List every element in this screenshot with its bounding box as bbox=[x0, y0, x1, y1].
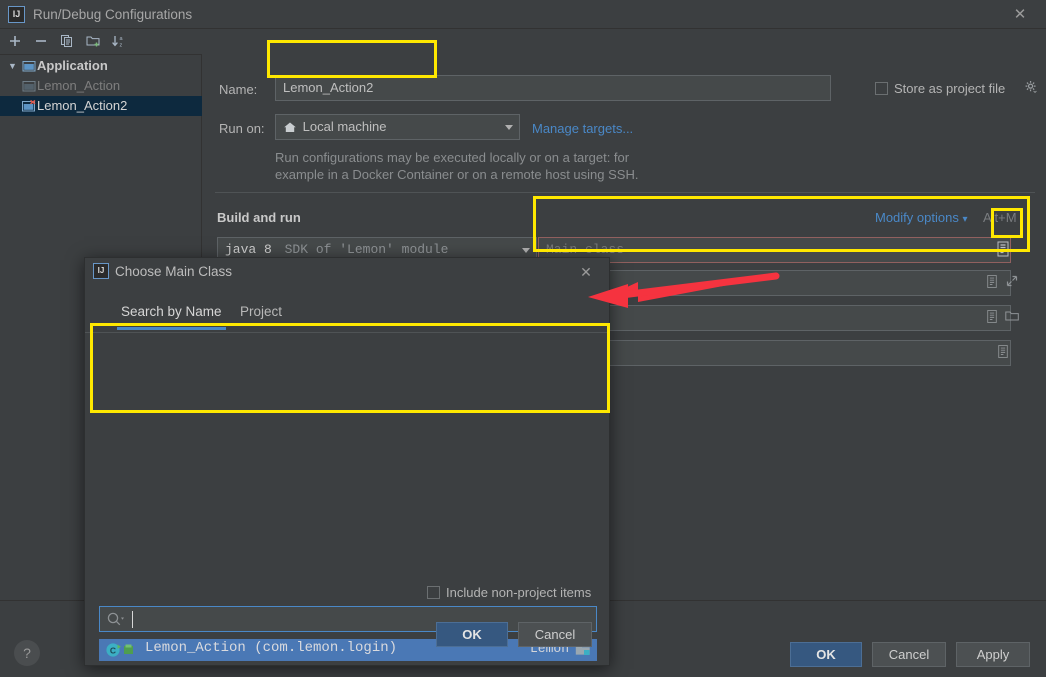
sidebar-group-label: Application bbox=[37, 58, 108, 73]
annotation-red-arrow bbox=[588, 272, 780, 308]
chevron-down-icon[interactable]: ▼ bbox=[8, 56, 20, 76]
configurations-tree: ▼ Application Lemon_Action Lemon_Action2 bbox=[0, 56, 202, 116]
include-non-project-items-label: Include non-project items bbox=[446, 585, 592, 600]
application-config-icon bbox=[22, 59, 36, 73]
copy-configuration-button[interactable] bbox=[56, 32, 78, 52]
main-class-browse-icon[interactable] bbox=[993, 238, 1013, 260]
form-divider bbox=[215, 192, 1035, 193]
sidebar-group-application[interactable]: ▼ Application bbox=[0, 56, 202, 76]
modal-divider bbox=[85, 332, 609, 333]
sort-configurations-button[interactable]: a z bbox=[108, 32, 130, 52]
manage-targets-link[interactable]: Manage targets... bbox=[532, 121, 633, 136]
modal-cancel-button[interactable]: Cancel bbox=[518, 622, 592, 647]
chevron-down-icon[interactable] bbox=[505, 125, 513, 130]
modify-options-shortcut: Alt+M bbox=[983, 210, 1017, 225]
apply-button[interactable]: Apply bbox=[956, 642, 1030, 667]
add-configuration-button[interactable] bbox=[4, 32, 26, 52]
run-on-hint-line1: Run configurations may be executed local… bbox=[275, 150, 630, 165]
modify-options-label: Modify options bbox=[875, 210, 959, 225]
run-on-hint-line2: example in a Docker Container or on a re… bbox=[275, 167, 639, 182]
sidebar-item-lemon-action2[interactable]: Lemon_Action2 bbox=[0, 96, 202, 116]
list-browse-icon[interactable] bbox=[993, 341, 1013, 363]
application-config-icon bbox=[22, 79, 36, 93]
application-config-icon bbox=[22, 99, 36, 113]
chevron-down-icon: ▾ bbox=[962, 214, 968, 225]
build-and-run-title: Build and run bbox=[217, 210, 301, 225]
store-as-project-file-label: Store as project file bbox=[894, 81, 1006, 96]
ok-button[interactable]: OK bbox=[790, 642, 862, 667]
sidebar-item-lemon-action[interactable]: Lemon_Action bbox=[0, 76, 202, 96]
intellij-idea-icon: IJ bbox=[8, 6, 25, 23]
sidebar-item-label: Lemon_Action2 bbox=[37, 98, 128, 113]
expand-icon[interactable] bbox=[1002, 272, 1022, 294]
svg-text:a: a bbox=[120, 36, 124, 42]
cancel-button[interactable]: Cancel bbox=[872, 642, 946, 667]
jre-value-suffix: SDK of 'Lemon' module bbox=[284, 242, 449, 257]
name-label: Name: bbox=[219, 82, 258, 97]
svg-text:C: C bbox=[110, 646, 116, 656]
text-caret bbox=[132, 611, 133, 628]
intellij-idea-icon: IJ bbox=[93, 263, 109, 279]
include-non-project-items-checkbox[interactable] bbox=[427, 586, 440, 599]
remove-configuration-button[interactable] bbox=[30, 32, 52, 52]
window-titlebar: IJ Run/Debug Configurations ✕ bbox=[0, 0, 1046, 29]
choose-main-class-dialog: IJ Choose Main Class ✕ Search by Name Pr… bbox=[84, 257, 610, 666]
list-item-label: Lemon_Action (com.lemon.login) bbox=[145, 640, 398, 656]
tab-search-by-name[interactable]: Search by Name bbox=[117, 301, 226, 330]
sidebar-item-label: Lemon_Action bbox=[37, 78, 121, 93]
gear-icon[interactable] bbox=[1021, 77, 1041, 99]
run-on-label: Run on: bbox=[219, 121, 265, 136]
new-folder-button[interactable] bbox=[82, 32, 104, 52]
svg-text:z: z bbox=[120, 43, 123, 49]
jre-value-prefix: java 8 bbox=[225, 242, 272, 257]
modal-title-label: Choose Main Class bbox=[115, 264, 233, 279]
chevron-down-icon[interactable] bbox=[522, 248, 530, 253]
sidebar-toolbar: a z bbox=[0, 29, 202, 55]
name-input[interactable]: Lemon_Action2 bbox=[275, 75, 831, 101]
list-browse-icon[interactable] bbox=[982, 306, 1002, 328]
modal-titlebar: IJ Choose Main Class ✕ bbox=[85, 258, 609, 286]
store-as-project-file-checkbox[interactable] bbox=[875, 82, 888, 95]
search-icon[interactable] bbox=[106, 611, 130, 629]
window-title: Run/Debug Configurations bbox=[33, 7, 193, 22]
help-button[interactable]: ? bbox=[14, 640, 40, 666]
run-on-select[interactable]: Local machine bbox=[275, 114, 520, 140]
java-class-icon: C bbox=[105, 642, 141, 658]
run-on-value: Local machine bbox=[302, 119, 387, 134]
home-icon bbox=[283, 118, 299, 139]
modify-options-link[interactable]: Modify options ▾ bbox=[875, 210, 967, 225]
tab-project[interactable]: Project bbox=[236, 301, 286, 327]
modal-ok-button[interactable]: OK bbox=[436, 622, 508, 647]
folder-icon[interactable] bbox=[1002, 307, 1022, 329]
close-icon[interactable]: ✕ bbox=[1008, 4, 1032, 26]
list-browse-icon[interactable] bbox=[982, 271, 1002, 293]
